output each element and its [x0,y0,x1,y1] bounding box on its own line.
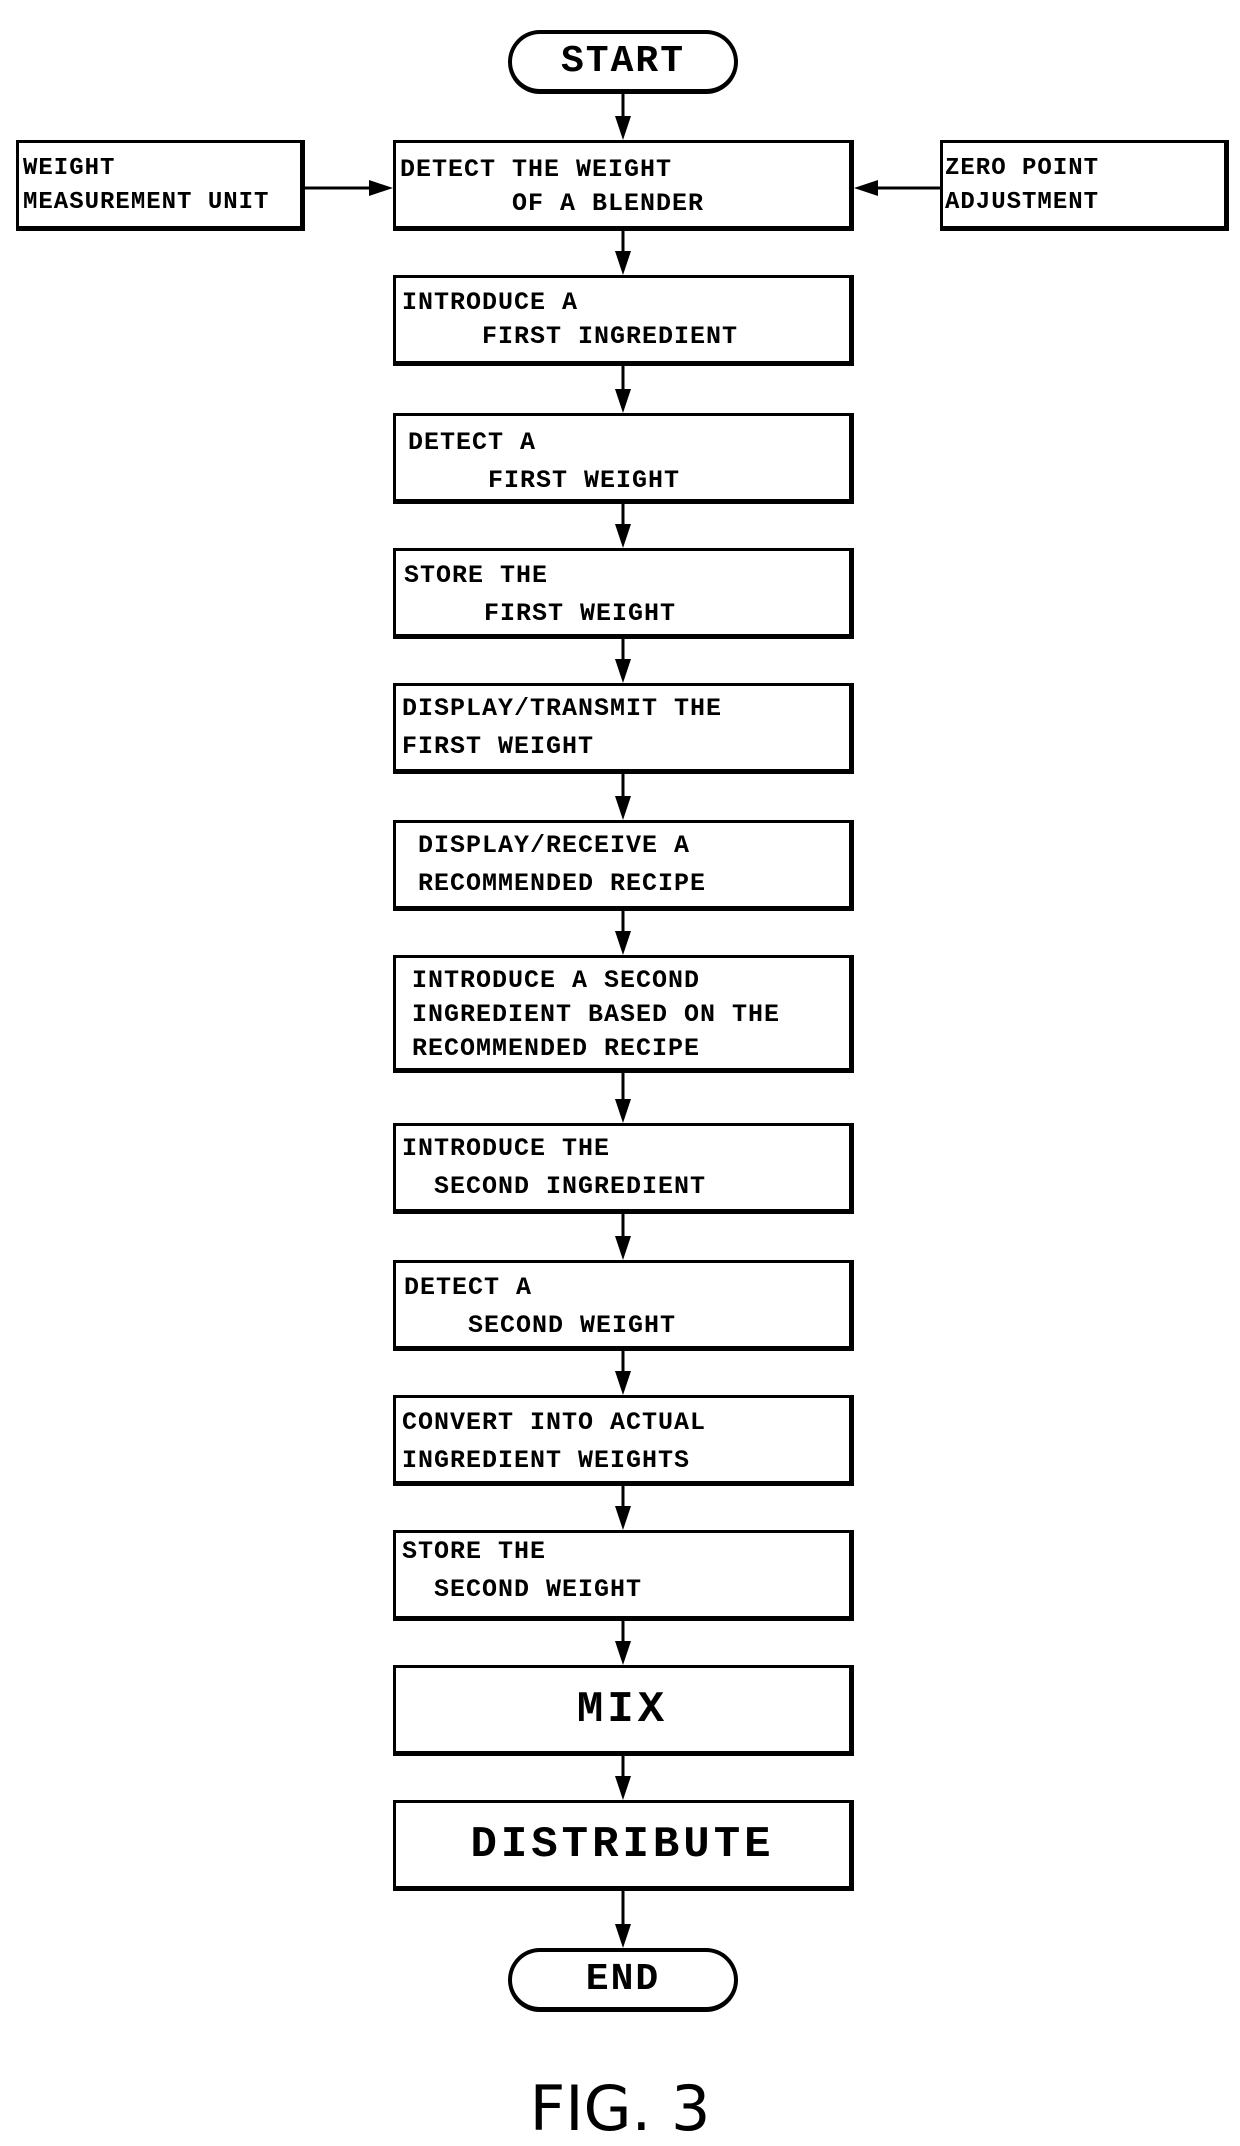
box-line: WEIGHT [23,155,116,182]
process-step-13: DISTRIBUTE [393,1800,854,1891]
arrow-head-icon [615,1236,631,1260]
arrow-step-12-to-step-13 [615,1756,631,1800]
box-line: INGREDIENT BASED ON THE [412,1000,781,1029]
arrow-step-9-to-step-10 [615,1351,631,1395]
arrow-step-5-to-step-6 [615,774,631,820]
process-step-7: INTRODUCE A SECOND INGREDIENT BASED ON TH… [393,955,854,1073]
process-step-8: INTRODUCE THE SECOND INGREDIENT [393,1123,854,1214]
arrow-step-3-to-step-4 [615,504,631,548]
box-line: RECOMMENDED RECIPE [412,1034,701,1063]
process-step-5: DISPLAY/TRANSMIT THE FIRST WEIGHT [393,683,854,774]
box-line: DETECT A [408,428,537,457]
box-line: INTRODUCE A SECOND [412,966,701,995]
box-line: FIRST INGREDIENT [402,322,739,351]
box-line: FIRST WEIGHT [408,466,681,495]
weight-measurement-unit-box: WEIGHT MEASUREMENT UNIT [16,140,305,231]
arrow-step-4-to-step-5 [615,639,631,683]
arrow-head-icon [615,659,631,683]
box-line: RECOMMENDED RECIPE [418,869,707,898]
process-step-11: STORE THE SECOND WEIGHT [393,1530,854,1621]
process-step-2: INTRODUCE A FIRST INGREDIENT [393,275,854,366]
arrow-head-icon [615,116,631,140]
process-step-4: STORE THE FIRST WEIGHT [393,548,854,639]
box-line: STORE THE [402,1537,547,1566]
box-line: DISPLAY/RECEIVE A [418,831,691,860]
start-terminal: START [508,30,738,94]
zero-point-adjustment-box: ZERO POINT ADJUSTMENT [940,140,1229,231]
box-line: INTRODUCE THE [402,1134,611,1163]
arrow-step-7-to-step-8 [615,1073,631,1123]
process-step-12: MIX [393,1665,854,1756]
box-line: OF A BLENDER [400,189,705,218]
box-line: INTRODUCE A [402,288,579,317]
arrow-step-6-to-step-7 [615,911,631,955]
arrow-head-icon [615,1506,631,1530]
arrow-step-1-to-step-2 [615,231,631,275]
box-line: DETECT A [404,1273,533,1302]
arrow-head-icon [615,1641,631,1665]
process-step-3: DETECT A FIRST WEIGHT [393,413,854,504]
arrow-zero-point-to-step-1 [854,180,940,196]
box-line: SECOND WEIGHT [404,1311,677,1340]
box-line: INGREDIENT WEIGHTS [402,1446,691,1475]
arrow-step-13-to-end [615,1891,631,1948]
figure-label: FIG. 3 [529,2072,711,2145]
box-line: MIX [576,1684,669,1735]
arrow-step-10-to-step-11 [615,1486,631,1530]
arrow-head-icon [615,931,631,955]
process-step-1: DETECT THE WEIGHT OF A BLENDER [393,140,854,231]
arrow-head-icon [369,180,393,196]
box-line: ADJUSTMENT [945,189,1100,216]
end-terminal: END [508,1948,738,2012]
box-line: MEASUREMENT UNIT [23,189,270,216]
arrow-step-11-to-step-12 [615,1621,631,1665]
arrow-head-icon [615,1924,631,1948]
end-label: END [585,1958,661,2001]
arrow-start-to-step-1 [615,94,631,140]
process-step-9: DETECT A SECOND WEIGHT [393,1260,854,1351]
box-line: DISPLAY/TRANSMIT THE [402,694,723,723]
start-label: START [560,40,686,83]
box-line: FIRST WEIGHT [402,732,595,761]
arrow-head-icon [615,251,631,275]
arrow-head-icon [615,1099,631,1123]
arrow-weight-unit-to-step-1 [305,180,393,196]
box-line: SECOND WEIGHT [402,1575,643,1604]
arrow-head-icon [615,1776,631,1800]
arrow-step-8-to-step-9 [615,1214,631,1260]
arrow-head-icon [615,1371,631,1395]
box-line: SECOND INGREDIENT [402,1172,707,1201]
arrow-head-icon [854,180,878,196]
arrow-head-icon [615,796,631,820]
box-line: STORE THE [404,561,549,590]
process-step-10: CONVERT INTO ACTUAL INGREDIENT WEIGHTS [393,1395,854,1486]
box-line: DETECT THE WEIGHT [400,155,673,184]
box-line: DISTRIBUTE [470,1819,775,1870]
box-line: ZERO POINT [945,155,1100,182]
arrow-head-icon [615,524,631,548]
arrow-step-2-to-step-3 [615,366,631,413]
box-line: CONVERT INTO ACTUAL [402,1408,707,1437]
arrow-head-icon [615,389,631,413]
process-step-6: DISPLAY/RECEIVE A RECOMMENDED RECIPE [393,820,854,911]
box-line: FIRST WEIGHT [404,599,677,628]
